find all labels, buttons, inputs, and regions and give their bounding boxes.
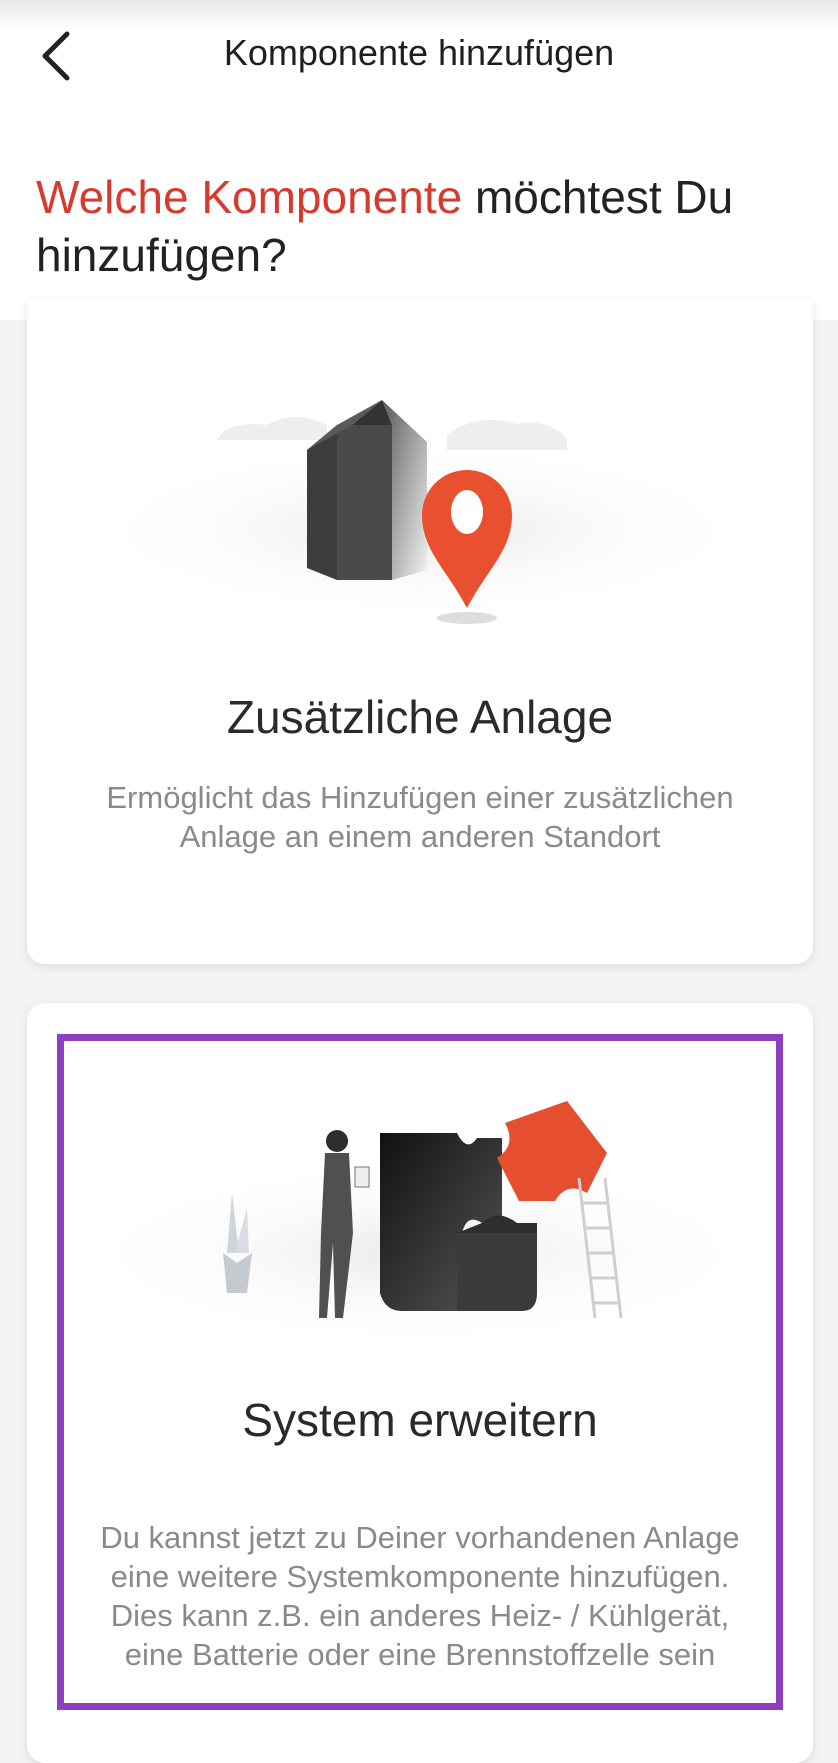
page-title: Komponente hinzufügen [223, 32, 615, 73]
house-location-pin-illustration [90, 400, 750, 624]
card-title: System erweitern [242, 1394, 598, 1446]
card-additional-installation[interactable]: Zusätzliche Anlage Ermöglicht das Hinzuf… [27, 300, 813, 964]
question-heading: Welche Komponente möchtest Du hinzufügen… [36, 168, 816, 284]
card-description: Du kannst jetzt zu Deiner vorhandenen An… [100, 1520, 740, 1672]
card-description: Ermöglicht das Hinzufügen einer zusätzli… [106, 780, 734, 854]
card-title: Zusätzliche Anlage [226, 691, 614, 743]
puzzle-person-illustration [80, 1101, 760, 1348]
question-accent: Welche Komponente [36, 171, 463, 223]
question-area: Welche Komponente möchtest Du hinzufügen… [0, 120, 838, 320]
card-extend-system[interactable]: System erweitern Du kannst jetzt zu Dein… [27, 1003, 813, 1763]
app-bar: Komponente hinzufügen [0, 0, 838, 120]
